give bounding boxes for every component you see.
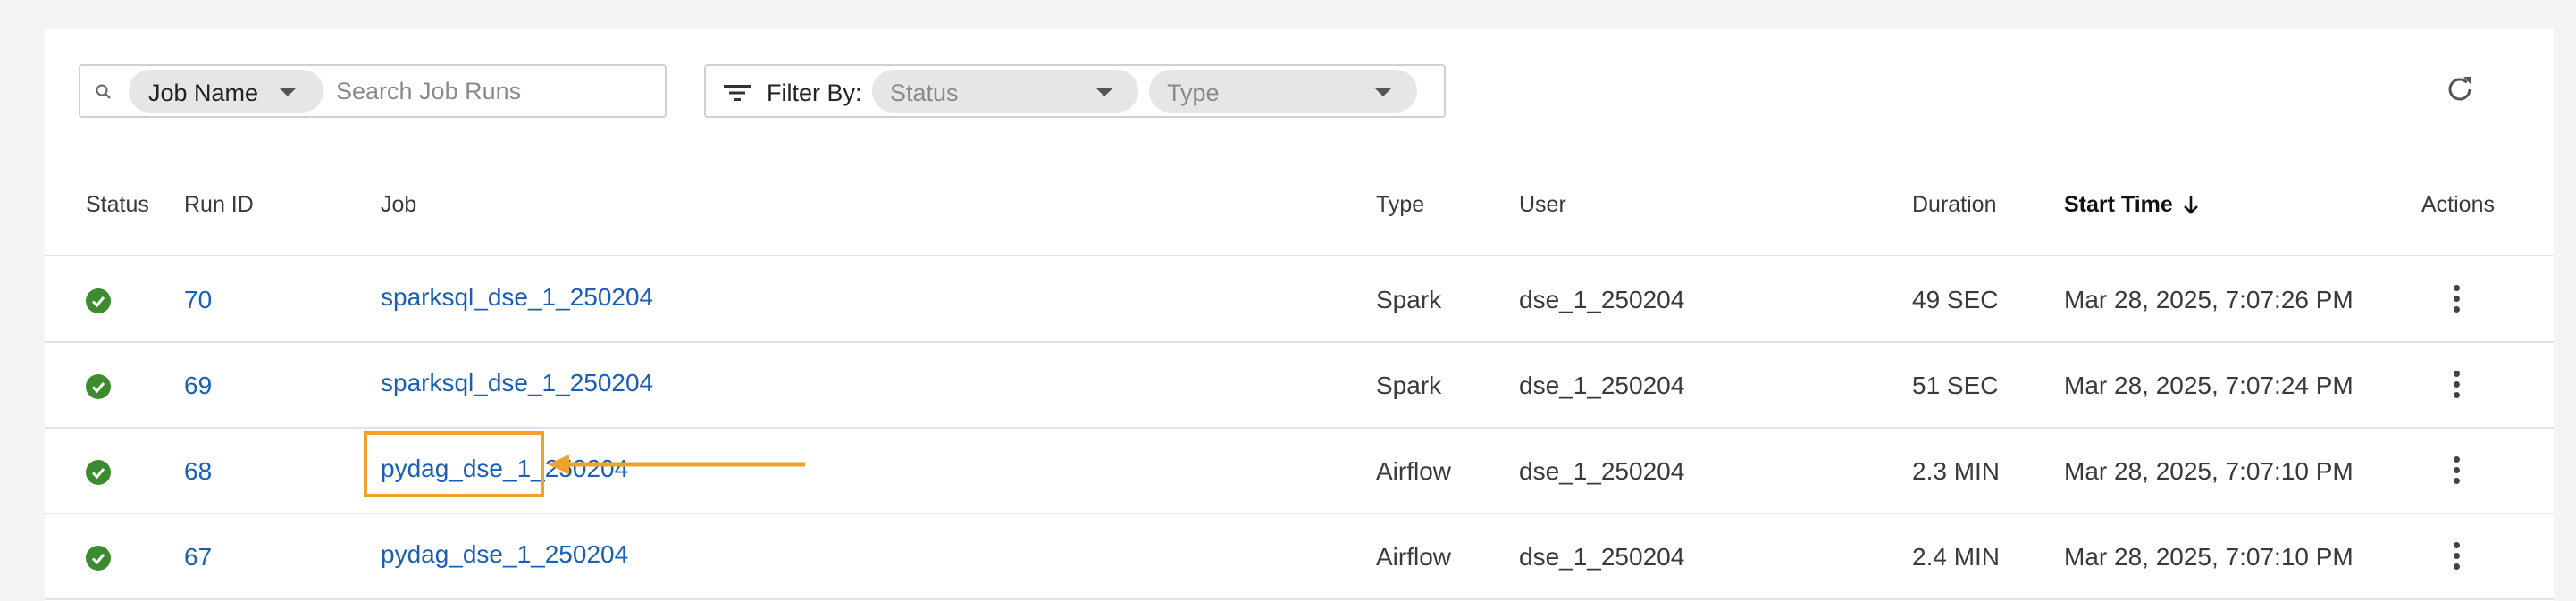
run-id-link[interactable]: 69 <box>184 371 212 400</box>
duration-cell: 2.3 MIN <box>1912 457 2001 485</box>
table-row: 70 sparksql_dse_1_250204 Spark dse_1_250… <box>45 256 2554 342</box>
duration-cell: 51 SEC <box>1912 371 1999 399</box>
job-link[interactable]: sparksql_dse_1_250204 <box>381 283 653 312</box>
column-header-type[interactable]: Type <box>1376 192 1424 218</box>
table-row: 69 sparksql_dse_1_250204 Spark dse_1_250… <box>45 342 2554 428</box>
more-actions-icon[interactable] <box>2451 371 2462 403</box>
success-check-icon <box>86 546 111 571</box>
filter-icon <box>724 85 751 101</box>
user-cell: dse_1_250204 <box>1519 457 1685 485</box>
search-icon <box>96 84 111 99</box>
search-input[interactable] <box>336 70 649 113</box>
search-box: Job Name <box>79 64 667 118</box>
highlight-box <box>364 431 544 497</box>
column-header-start-time-label: Start Time <box>2064 192 2173 217</box>
search-field-selector[interactable]: Job Name <box>129 70 323 113</box>
type-filter-label: Type <box>1167 79 1220 106</box>
more-actions-icon[interactable] <box>2451 285 2462 317</box>
user-cell: dse_1_250204 <box>1519 286 1685 313</box>
job-link[interactable]: sparksql_dse_1_250204 <box>381 369 653 397</box>
type-cell: Airflow <box>1376 457 1452 485</box>
chevron-down-icon <box>1095 88 1113 96</box>
run-id-link[interactable]: 67 <box>184 543 212 572</box>
status-filter-dropdown[interactable]: Status <box>872 70 1138 113</box>
run-id-link[interactable]: 70 <box>184 286 212 314</box>
sort-descending-icon <box>2183 196 2198 215</box>
start-time-cell: Mar 28, 2025, 7:07:26 PM <box>2064 286 2354 313</box>
column-header-start-time[interactable]: Start Time <box>2064 192 2200 218</box>
column-header-job[interactable]: Job <box>381 192 416 218</box>
user-cell: dse_1_250204 <box>1519 543 1685 571</box>
duration-cell: 49 SEC <box>1912 286 1999 313</box>
user-cell: dse_1_250204 <box>1519 371 1685 399</box>
job-link[interactable]: pydag_dse_1_250204 <box>381 540 628 569</box>
search-field-selector-label: Job Name <box>148 79 259 106</box>
start-time-cell: Mar 28, 2025, 7:07:10 PM <box>2064 457 2354 485</box>
callout-arrow-icon <box>548 455 805 474</box>
column-header-actions: Actions <box>2421 192 2495 217</box>
refresh-icon[interactable] <box>2442 71 2478 107</box>
status-filter-label: Status <box>890 79 959 106</box>
filter-label: Filter By: <box>767 79 862 106</box>
type-cell: Airflow <box>1376 543 1452 571</box>
success-check-icon <box>86 288 111 313</box>
column-header-status[interactable]: Status <box>86 192 149 218</box>
type-cell: Spark <box>1376 371 1442 399</box>
success-check-icon <box>86 460 111 485</box>
more-actions-icon[interactable] <box>2451 456 2462 488</box>
job-runs-panel: Job Name Filter By: Status Type Status R… <box>45 29 2554 601</box>
column-header-duration[interactable]: Duration <box>1912 192 1997 218</box>
success-check-icon <box>86 374 111 399</box>
duration-cell: 2.4 MIN <box>1912 543 2001 571</box>
more-actions-icon[interactable] <box>2451 542 2462 574</box>
start-time-cell: Mar 28, 2025, 7:07:24 PM <box>2064 371 2354 399</box>
table-row: 67 pydag_dse_1_250204 Airflow dse_1_2502… <box>45 513 2554 599</box>
type-cell: Spark <box>1376 286 1442 313</box>
column-header-run-id[interactable]: Run ID <box>184 192 254 218</box>
filter-bar: Filter By: Status Type <box>704 64 1446 118</box>
column-header-user[interactable]: User <box>1519 192 1566 218</box>
row-divider <box>45 598 2554 600</box>
run-id-link[interactable]: 68 <box>184 457 212 486</box>
start-time-cell: Mar 28, 2025, 7:07:10 PM <box>2064 543 2354 571</box>
chevron-down-icon <box>279 88 297 96</box>
chevron-down-icon <box>1374 88 1392 96</box>
type-filter-dropdown[interactable]: Type <box>1149 70 1417 113</box>
